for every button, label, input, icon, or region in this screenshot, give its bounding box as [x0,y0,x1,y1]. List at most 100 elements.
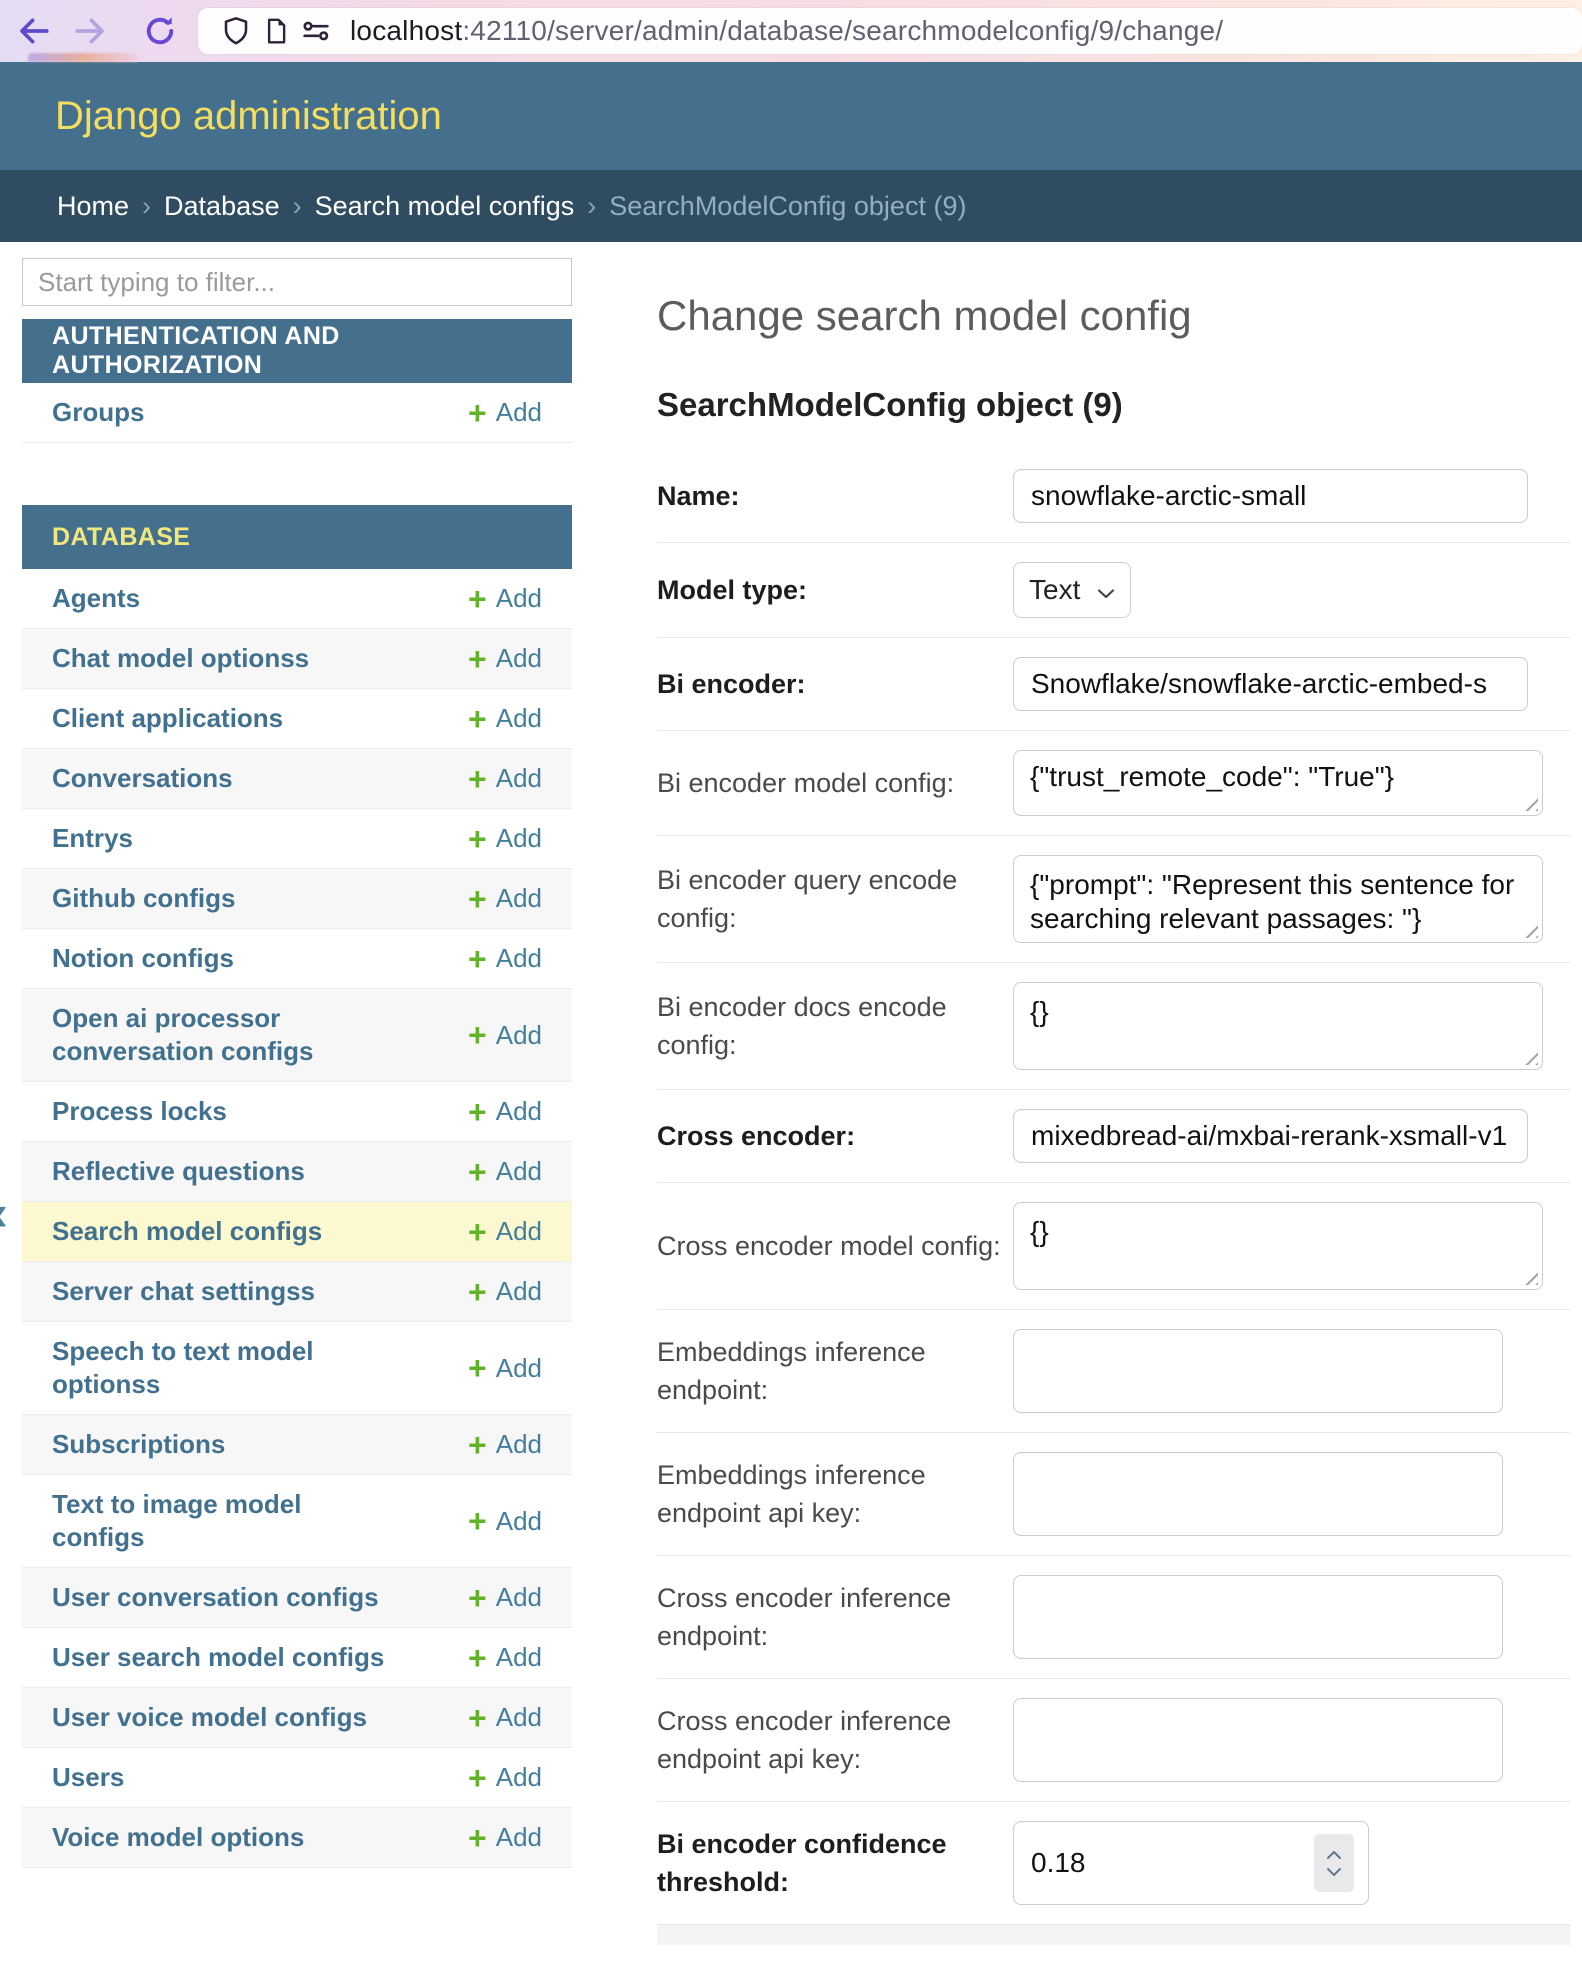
model-link-open-ai-processor-conversation-configs[interactable]: Open ai processor conversation configs [52,1002,392,1068]
model-link-chat-model-optionss[interactable]: Chat model optionss [52,642,309,675]
sidebar-item-voice-model-options: Voice model options +Add [22,1808,572,1868]
add-button-user-voice-model-configs[interactable]: +Add [468,1702,542,1733]
model-link-agents[interactable]: Agents [52,582,140,615]
plus-icon: + [468,1585,487,1611]
model-link-user-search-model-configs[interactable]: User search model configs [52,1641,384,1674]
add-button-conversations[interactable]: +Add [468,763,542,794]
back-button[interactable] [12,9,56,53]
model-link-user-voice-model-configs[interactable]: User voice model configs [52,1701,367,1734]
bi-encoder-docs-encode-config-textarea[interactable] [1013,982,1543,1070]
add-button-user-search-model-configs[interactable]: +Add [468,1642,542,1673]
add-button-voice-model-options[interactable]: +Add [468,1822,542,1853]
add-button-server-chat-settingss[interactable]: +Add [468,1276,542,1307]
add-button-chat-model-optionss[interactable]: +Add [468,643,542,674]
plus-icon: + [468,1645,487,1671]
shield-icon[interactable] [216,11,256,51]
add-button-subscriptions[interactable]: +Add [468,1429,542,1460]
model-link-client-applications[interactable]: Client applications [52,702,283,735]
bi-encoder-model-config-textarea[interactable] [1013,750,1543,816]
model-link-github-configs[interactable]: Github configs [52,882,235,915]
breadcrumb-link-home[interactable]: Home [57,191,129,222]
cross-encoder-input[interactable] [1013,1109,1528,1163]
model-list: Agents+AddChat model optionss+AddClient … [22,569,572,1868]
model-link-process-locks[interactable]: Process locks [52,1095,227,1128]
model-link-speech-to-text-model-optionss[interactable]: Speech to text model optionss [52,1335,392,1401]
url-host: localhost [350,15,462,46]
add-label: Add [496,1762,542,1793]
permissions-sliders-icon[interactable] [296,11,336,51]
name-input[interactable] [1013,469,1528,523]
add-button-agents[interactable]: +Add [468,583,542,614]
cross-encoder-inference-endpoint-input[interactable] [1013,1575,1503,1659]
model-type-selected-option: Text [1029,574,1080,606]
sidebar-item-chat-model-optionss: Chat model optionss +Add [22,629,572,689]
add-button-groups[interactable]: +Add [468,397,542,428]
bi-encoder-confidence-threshold-number-input[interactable]: 0.18 [1013,1821,1369,1905]
embeddings-inference-endpoint-api-key-input[interactable] [1013,1452,1503,1536]
plus-icon: + [468,1219,487,1245]
model-type-select[interactable]: Text [1013,562,1131,618]
add-button-reflective-questions[interactable]: +Add [468,1156,542,1187]
site-title-link[interactable]: Django administration [55,94,442,139]
add-button-user-conversation-configs[interactable]: + Add [468,1582,542,1613]
add-button-text-to-image-model-configs[interactable]: +Add [468,1506,542,1537]
add-label: Add [496,1156,542,1187]
plus-icon: + [468,886,487,912]
add-button-notion-configs[interactable]: +Add [468,943,542,974]
breadcrumb-link-search-model-configs[interactable]: Search model configs [315,191,575,222]
cross-encoder-inference-endpoint-label: Cross encoder inference endpoint: [657,1579,1013,1655]
cross-encoder-model-config-textarea[interactable] [1013,1202,1543,1290]
model-link-groups[interactable]: Groups [52,396,144,429]
add-button-open-ai-processor-conversation-configs[interactable]: +Add [468,1020,542,1051]
model-link-server-chat-settingss[interactable]: Server chat settingss [52,1275,315,1308]
plus-icon: + [468,1022,487,1048]
bi-encoder-query-encode-config-textarea-wrap [1013,855,1543,943]
sidebar-item-user-conversation-configs: User conversation configs + Add [22,1568,572,1628]
url-bar[interactable]: localhost:42110/server/admin/database/se… [198,8,1582,54]
cross-encoder-model-config-label: Cross encoder model config: [657,1227,1013,1265]
sidebar-filter-input[interactable] [22,258,572,306]
add-button-process-locks[interactable]: +Add [468,1096,542,1127]
embeddings-inference-endpoint-label: Embeddings inference endpoint: [657,1333,1013,1409]
number-stepper[interactable] [1314,1834,1354,1892]
field-row-bi-encoder-query-encode-config: Bi encoder query encode config: [657,836,1570,963]
plus-icon: + [468,706,487,732]
model-link-voice-model-options[interactable]: Voice model options [52,1821,304,1854]
forward-button[interactable] [68,9,112,53]
add-button-client-applications[interactable]: +Add [468,703,542,734]
field-row-cross-encoder-inference-endpoint: Cross encoder inference endpoint: [657,1556,1570,1679]
page-icon[interactable] [256,11,296,51]
field-row-bi-encoder: Bi encoder: [657,638,1570,731]
model-link-users[interactable]: Users [52,1761,124,1794]
sidebar-item-reflective-questions: Reflective questions +Add [22,1142,572,1202]
name-label: Name: [657,477,1013,515]
add-button-users[interactable]: +Add [468,1762,542,1793]
bi-encoder-input[interactable] [1013,657,1528,711]
model-link-text-to-image-model-configs[interactable]: Text to image model configs [52,1488,392,1554]
add-button-speech-to-text-model-optionss[interactable]: +Add [468,1353,542,1384]
breadcrumb-link-database[interactable]: Database [164,191,280,222]
add-label: Add [496,643,542,674]
add-label: Add [496,1582,542,1613]
cross-encoder-inference-endpoint-api-key-input[interactable] [1013,1698,1503,1782]
add-button-entrys[interactable]: +Add [468,823,542,854]
model-link-notion-configs[interactable]: Notion configs [52,942,234,975]
model-link-search-model-configs[interactable]: Search model configs [52,1215,322,1248]
model-link-reflective-questions[interactable]: Reflective questions [52,1155,305,1188]
refresh-button[interactable] [138,9,182,53]
embeddings-inference-endpoint-input[interactable] [1013,1329,1503,1413]
plus-icon: + [468,1099,487,1125]
sidebar-toggle-icon[interactable]: « [0,1188,8,1238]
cross-encoder-model-config-textarea-wrap [1013,1202,1543,1290]
add-button-github-configs[interactable]: +Add [468,883,542,914]
sidebar-item-server-chat-settingss: Server chat settingss +Add [22,1262,572,1322]
model-type-label: Model type: [657,571,1013,609]
model-link-subscriptions[interactable]: Subscriptions [52,1428,225,1461]
model-link-conversations[interactable]: Conversations [52,762,233,795]
model-link-entrys[interactable]: Entrys [52,822,133,855]
bi-encoder-docs-encode-config-textarea-wrap [1013,982,1543,1070]
section-caption-authentication-and-authorization: AUTHENTICATION AND AUTHORIZATION [22,319,572,383]
model-link-user-conversation-configs[interactable]: User conversation configs [52,1581,379,1614]
add-button-search-model-configs[interactable]: +Add [468,1216,542,1247]
bi-encoder-query-encode-config-textarea[interactable] [1013,855,1543,943]
